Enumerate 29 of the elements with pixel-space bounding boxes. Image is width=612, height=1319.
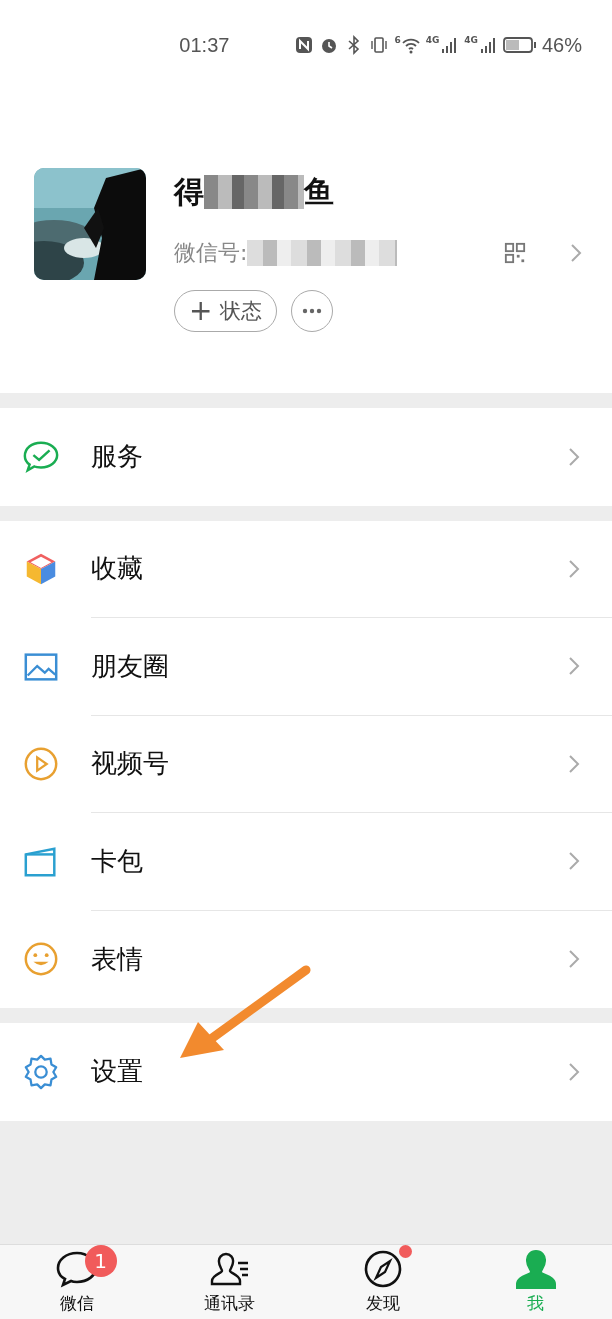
nfc-icon bbox=[294, 35, 315, 55]
tab[interactable]: 通讯录 bbox=[153, 1245, 306, 1319]
network-label: 4G bbox=[425, 35, 440, 45]
tab[interactable]: 1 微信 bbox=[0, 1245, 153, 1319]
tab[interactable]: 发现 bbox=[306, 1245, 459, 1319]
more-icon bbox=[302, 308, 323, 314]
status-time: 01:37 bbox=[179, 33, 230, 57]
unread-count: 1 bbox=[84, 1245, 117, 1277]
wifi-label: 6 bbox=[394, 35, 401, 45]
more-button[interactable] bbox=[291, 290, 334, 332]
battery-percent: 46% bbox=[541, 33, 582, 57]
chevron-icon bbox=[568, 1061, 580, 1082]
chevron-icon bbox=[568, 949, 580, 970]
battery-icon bbox=[502, 35, 537, 55]
status-button[interactable]: + 状态 bbox=[174, 290, 278, 332]
chevron-icon bbox=[568, 753, 580, 774]
chevron-icon bbox=[568, 558, 580, 579]
person-icon bbox=[513, 1249, 558, 1289]
network-label: 4G bbox=[464, 35, 478, 45]
wechat-id-label: 微信号: bbox=[174, 239, 248, 267]
vibrate-icon bbox=[369, 35, 390, 55]
chevron-icon[interactable] bbox=[570, 243, 582, 263]
chevron-icon bbox=[568, 656, 580, 677]
chevron-icon bbox=[568, 851, 580, 872]
profile-name: 得 bbox=[174, 172, 204, 211]
settings-icon bbox=[22, 1052, 60, 1091]
chevron-icon bbox=[568, 446, 580, 467]
profile-name: 鱼 bbox=[304, 172, 334, 211]
qr-code-icon[interactable] bbox=[504, 242, 526, 264]
